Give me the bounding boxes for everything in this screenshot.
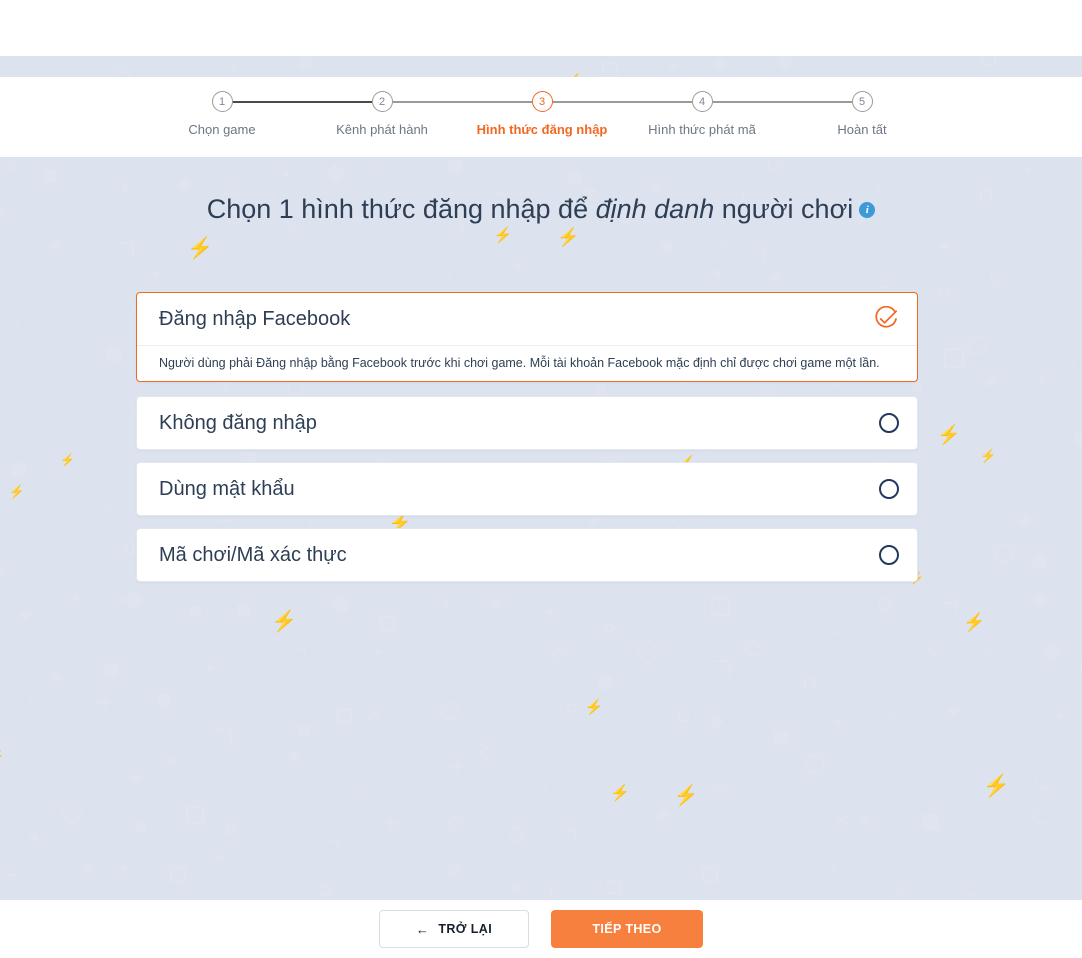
footer-bar: ← TRỞ LẠI TIẾP THEO (0, 900, 1082, 958)
stepper-step-3-number: 3 (531, 91, 553, 112)
option-no-login-label: Không đăng nhập (159, 411, 317, 434)
stepper-step-4[interactable]: 4 Hình thức phát mã (622, 91, 782, 137)
page-title-part2: người chơi (714, 194, 854, 224)
login-method-options: Đăng nhập Facebook Người dùng phải Đăng … (136, 292, 918, 594)
stepper-step-1-label: Chọn game (188, 122, 256, 137)
stepper-step-5-label: Hoàn tất (837, 122, 887, 137)
stepper-step-2-number: 2 (371, 91, 393, 112)
arrow-left-icon: ← (415, 921, 430, 937)
stepper-band: 1 Chọn game 2 Kênh phát hành 3 Hình thức… (0, 77, 1082, 157)
option-no-login[interactable]: Không đăng nhập (136, 396, 918, 450)
next-button[interactable]: TIẾP THEO (551, 910, 703, 948)
top-white-gap (0, 0, 1082, 56)
check-circle-icon[interactable] (873, 306, 899, 332)
radio-empty-icon[interactable] (879, 545, 899, 565)
radio-empty-icon[interactable] (879, 479, 899, 499)
option-no-login-row[interactable]: Không đăng nhập (137, 397, 917, 449)
page-title-part1: Chọn 1 hình thức đăng nhập để (206, 194, 596, 224)
stepper-step-3[interactable]: 3 Hình thức đăng nhập (462, 91, 622, 137)
option-password-label: Dùng mật khẩu (159, 477, 295, 500)
stepper-step-1[interactable]: 1 Chọn game (142, 91, 302, 137)
page-title: Chọn 1 hình thức đăng nhập để định danh … (0, 194, 1082, 225)
option-game-code-row[interactable]: Mã chơi/Mã xác thực (137, 529, 917, 581)
radio-empty-icon[interactable] (879, 413, 899, 433)
stepper-line-3-4 (552, 101, 692, 103)
stepper-step-4-number: 4 (691, 91, 713, 112)
main-content: Chọn 1 hình thức đăng nhập để định danh … (0, 157, 1082, 900)
next-button-label: TIẾP THEO (592, 922, 662, 936)
stepper-step-4-label: Hình thức phát mã (648, 122, 756, 137)
stepper-step-5[interactable]: 5 Hoàn tất (782, 91, 942, 137)
stepper-step-5-number: 5 (851, 91, 873, 112)
page-title-emphasis: định danh (595, 194, 715, 224)
option-facebook-login-description: Người dùng phải Đăng nhập bằng Facebook … (137, 345, 917, 381)
option-game-code[interactable]: Mã chơi/Mã xác thực (136, 528, 918, 582)
option-facebook-login-label: Đăng nhập Facebook (159, 307, 351, 330)
page-root: ⚡⚡✕✕✕✕⚡⚡⚡✕⚡✕✕✕✕✕⚡✕⚡⚡⚡⚡✕✕⚡⚡⚡⚡⚡✕⚡⚡✕✕⚡⚡⚡✕✕✕… (0, 0, 1082, 958)
stepper: 1 Chọn game 2 Kênh phát hành 3 Hình thức… (0, 77, 1082, 157)
option-game-code-label: Mã chơi/Mã xác thực (159, 543, 347, 566)
stepper-step-1-number: 1 (211, 91, 233, 112)
option-password-row[interactable]: Dùng mật khẩu (137, 463, 917, 515)
back-button[interactable]: ← TRỞ LẠI (379, 910, 529, 948)
back-button-label: TRỞ LẠI (438, 922, 493, 936)
stepper-line-1-2 (232, 101, 372, 103)
stepper-line-2-3 (392, 101, 532, 103)
stepper-step-2-label: Kênh phát hành (336, 122, 428, 137)
option-password[interactable]: Dùng mật khẩu (136, 462, 918, 516)
stepper-step-3-label: Hình thức đăng nhập (476, 122, 608, 137)
stepper-line-4-5 (712, 101, 852, 103)
option-facebook-login-row[interactable]: Đăng nhập Facebook (137, 293, 917, 345)
info-icon[interactable]: i (859, 202, 876, 218)
option-facebook-login[interactable]: Đăng nhập Facebook Người dùng phải Đăng … (136, 292, 918, 382)
stepper-step-2[interactable]: 2 Kênh phát hành (302, 91, 462, 137)
